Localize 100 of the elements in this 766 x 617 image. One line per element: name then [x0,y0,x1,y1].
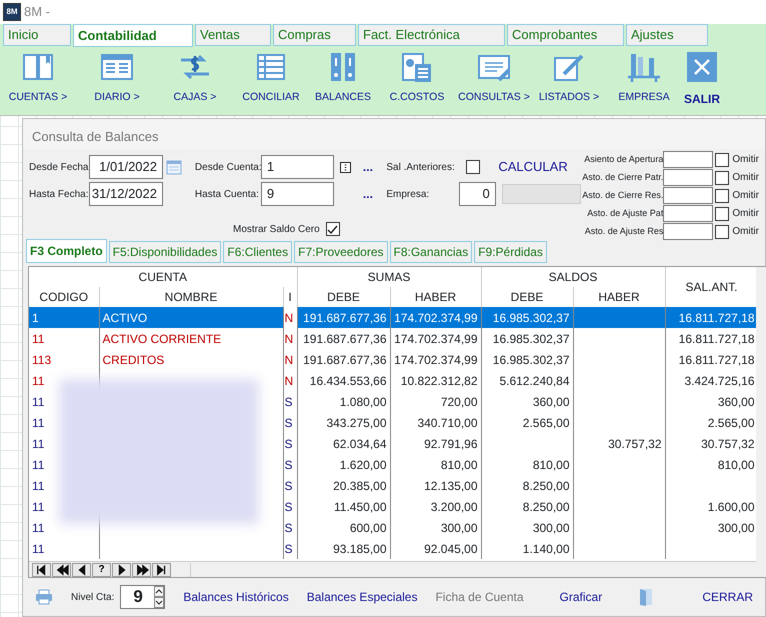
entry-field[interactable] [663,205,714,222]
menu-tab[interactable]: Ventas [195,24,271,46]
lookup-icon[interactable] [340,162,351,172]
navigator-button[interactable] [152,562,171,576]
field-label: Sal .Anteriores: [386,160,456,174]
checkbox[interactable] [715,206,730,220]
more-button[interactable]: ... [362,185,373,203]
toolbar-button[interactable]: CONSULTAS > [458,46,530,116]
table-cell: 93.185,00 [297,538,390,559]
toolbar-button[interactable]: CUENTAS > [0,46,76,116]
checkbox[interactable] [715,170,730,184]
column-header: HABER [390,287,482,307]
column-group-header: SUMAS [297,267,482,287]
menu-tab[interactable]: Comprobantes [507,24,624,46]
table-cell: S [283,391,298,412]
table-cell: S [283,496,298,517]
toolbar-button[interactable]: BALANCES [310,46,376,116]
field-label: Asto. de Ajuste Res [584,224,664,238]
field-label: Desde Fecha: [29,160,89,174]
menu-tab[interactable]: Fact. Electrónica [358,24,505,46]
column-header: HABER [573,287,666,307]
menu-tab[interactable]: Inicio [3,24,71,46]
column-header: SAL.ANT. [665,267,758,307]
navigator-button[interactable] [72,562,91,576]
table-cell: ACTIVO CORRIENTE [99,328,283,349]
rewind-icon [54,564,68,576]
table-cell: 720,00 [390,391,482,412]
table-cell: CREDITOS [99,349,283,370]
toolbar-button[interactable]: CONCILIAR [232,46,310,116]
account-field[interactable]: 1 [260,155,334,179]
date-field[interactable]: 31/12/2022 [89,182,163,206]
table-cell: 810,00 [390,454,482,475]
table-cell: N [283,328,298,349]
table-cell: 174.702.374,99 [390,307,482,328]
report-tab[interactable]: F5:Disponibilidades [108,241,222,263]
table-cell: 1.080,00 [297,391,390,412]
report-tab[interactable]: F3 Completo [26,239,107,263]
link[interactable]: Balances Históricos [183,588,289,606]
checkbox[interactable] [715,152,730,166]
company-field[interactable]: 0 [458,182,496,206]
table-cell: 191.687.677,36 [297,349,390,370]
checkbox[interactable] [326,222,340,236]
report-tab[interactable]: F9:Pérdidas [474,241,547,263]
navigator-button[interactable] [132,562,151,576]
field-label: Omitir [732,207,759,221]
menu-tab[interactable]: Contabilidad [73,24,193,47]
toolbar-button[interactable]: EMPRESA [608,46,680,116]
field-label: Asto. de Ajuste Pat [587,206,664,220]
checkbox[interactable] [466,160,480,174]
table-cell: 16.434.553,66 [297,370,390,391]
table-cell: 340.710,00 [390,412,482,433]
date-field[interactable]: 1/01/2022 [89,155,163,179]
table-cell: S [283,454,298,475]
toolbar-button[interactable]: DIARIO > [76,46,158,116]
account-field[interactable]: 9 [260,182,334,206]
table-cell: 343.275,00 [297,412,390,433]
link[interactable]: Graficar [560,588,602,606]
more-button[interactable]: ... [362,158,373,176]
field-label: Desde Cuenta: [194,160,261,174]
table-cell: S [283,412,298,433]
navigator-button[interactable] [112,562,131,576]
report-tab[interactable]: F8:Ganancias [390,241,472,263]
menu-tab[interactable]: Ajustes [626,24,708,46]
table-cell: 8.250,00 [481,475,574,496]
level-spinner[interactable]: 9 [120,585,166,609]
menu-tab[interactable]: Compras [273,24,356,46]
table-cell: S [283,538,298,559]
toolbar-button[interactable]: SALIR [680,46,724,116]
report-tab[interactable]: F7:Proveedores [294,241,388,263]
checkbox[interactable] [715,224,730,238]
entry-field[interactable] [663,187,714,204]
navigator-button[interactable] [32,562,51,576]
report-tab[interactable]: F6:Clientes [223,241,292,263]
field-label: Asto. de Cierre Res. [582,188,664,202]
help-button[interactable]: ? [92,562,111,576]
toolbar-button[interactable]: LISTADOS > [530,46,608,116]
checkbox[interactable] [715,188,730,202]
link[interactable]: Balances Especiales [306,588,418,606]
table-cell: 191.687.677,36 [297,307,390,328]
toolbar-button[interactable]: C.COSTOS [376,46,458,116]
calcular-link[interactable]: CALCULAR [498,157,568,177]
table-cell: 300,00 [390,517,482,538]
table-cell: 20.385,00 [297,475,390,496]
window-title: 8M - [24,3,50,22]
table-cell: S [283,475,298,496]
table-cell: 10.822.312,82 [390,370,482,391]
field-label: Asto. de Cierre Patr. [582,170,664,184]
table-cell: N [283,349,298,370]
navigator-button[interactable] [52,562,71,576]
table-cell: S [283,517,298,538]
table-cell: S [283,433,298,454]
entry-field[interactable] [663,223,714,240]
entry-field[interactable] [663,151,714,168]
table-cell: 300,00 [481,517,574,538]
entry-field[interactable] [663,169,714,186]
table-cell: 600,00 [297,517,390,538]
close-link[interactable]: CERRAR [702,588,753,606]
toolbar-button[interactable]: CAJAS > [158,46,232,116]
scrollbar[interactable] [756,267,766,577]
column-header: CODIGO [29,287,99,307]
